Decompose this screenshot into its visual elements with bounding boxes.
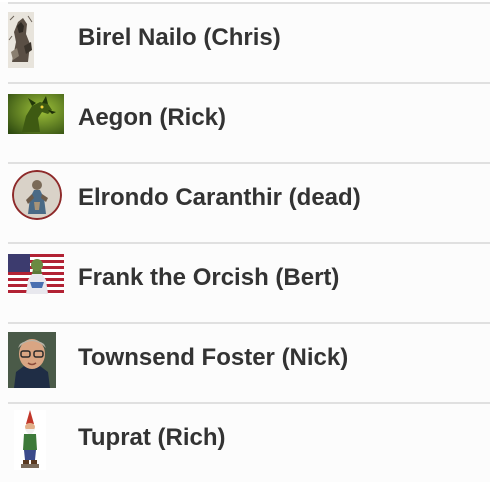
character-row[interactable]: Frank the Orcish (Bert) (0, 242, 490, 322)
character-row[interactable]: Aegon (Rick) (0, 82, 490, 162)
character-name: Aegon (Rick) (78, 104, 227, 131)
row-divider (8, 82, 490, 84)
character-name: Tuprat (Rich) (78, 424, 226, 451)
row-divider (8, 162, 490, 164)
row-divider (8, 242, 490, 244)
character-row[interactable]: Tuprat (Rich) (0, 402, 490, 482)
character-name: Townsend Foster (Nick) (78, 344, 349, 371)
character-row[interactable]: Birel Nailo (Chris) (0, 2, 490, 82)
green-dragon-portrait-icon (8, 94, 64, 134)
sketched-warrior-portrait-icon (8, 12, 34, 68)
character-name: Birel Nailo (Chris) (78, 24, 281, 51)
row-divider (8, 402, 490, 404)
man-with-glasses-portrait-icon (8, 332, 56, 388)
row-divider (8, 322, 490, 324)
character-row[interactable]: Townsend Foster (Nick) (0, 322, 490, 402)
character-name: Frank the Orcish (Bert) (78, 264, 340, 291)
character-row[interactable]: Elrondo Caranthir (dead) (0, 162, 490, 242)
character-name: Elrondo Caranthir (dead) (78, 184, 361, 211)
character-list-page: Birel Nailo (Chris) Aegon (Rick) Elrondo… (0, 0, 490, 496)
orc-with-flag-portrait-icon (8, 254, 64, 294)
armored-knight-round-portrait-icon (12, 170, 62, 220)
garden-gnome-portrait-icon (14, 410, 46, 470)
row-divider (8, 2, 490, 4)
